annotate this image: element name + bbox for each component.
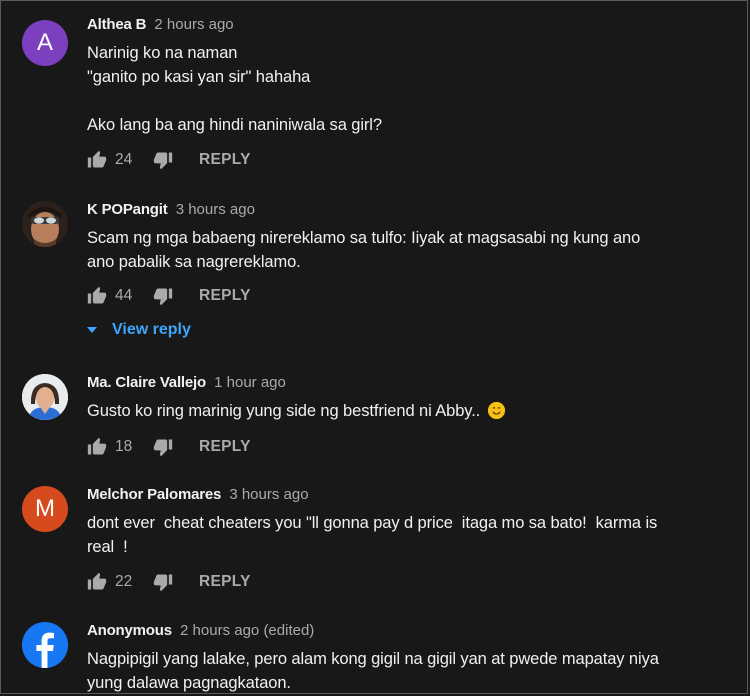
view-replies-label: View reply [112, 321, 191, 338]
reply-button[interactable]: REPLY [199, 151, 251, 169]
caret-down-icon [87, 327, 97, 333]
comment-line: ano pabalik sa nagrereklamo. [87, 253, 301, 271]
thumbs-up-icon[interactable] [87, 572, 107, 592]
comment-text: Narinig ko na naman "ganito po kasi yan … [87, 41, 730, 137]
view-replies-button[interactable]: View reply [87, 321, 191, 339]
avatar[interactable]: A [22, 20, 68, 66]
thumbs-down-icon[interactable] [153, 286, 173, 306]
comment-author[interactable]: Ma. Claire Vallejo [87, 374, 206, 391]
thumbs-down-icon[interactable] [153, 572, 173, 592]
like-count: 24 [115, 151, 133, 168]
comment-line: Gusto ko ring marinig yung side ng bestf… [87, 399, 730, 423]
avatar[interactable]: M [22, 486, 68, 532]
comment-timestamp[interactable]: 2 hours ago [154, 16, 233, 33]
comment-text: dont ever cheat cheaters you "ll gonna p… [87, 511, 730, 559]
comment-author[interactable]: Anonymous [87, 622, 172, 639]
reply-button[interactable]: REPLY [199, 438, 251, 456]
facebook-icon [22, 622, 68, 668]
comment-line-text: Gusto ko ring marinig yung side ng bestf… [87, 402, 481, 420]
comment-line [87, 89, 730, 113]
comment-line: yung dalawa pagnagkataon. [87, 674, 291, 692]
avatar-photo [22, 201, 68, 247]
avatar-letter: M [35, 495, 55, 522]
comment-timestamp[interactable]: 3 hours ago [229, 486, 308, 503]
avatar[interactable] [22, 622, 68, 668]
comment-author[interactable]: Melchor Palomares [87, 486, 221, 503]
thumbs-up-icon[interactable] [87, 286, 107, 306]
comment-timestamp[interactable]: 2 hours ago (edited) [180, 622, 314, 639]
like-count: 18 [115, 438, 133, 455]
comment-line: Ako lang ba ang hindi naniniwala sa girl… [87, 116, 382, 134]
thumbs-down-icon[interactable] [153, 150, 173, 170]
comment-text: Scam ng mga babaeng nirereklamo sa tulfo… [87, 226, 730, 274]
comment-line: dont ever cheat cheaters you "ll gonna p… [87, 514, 658, 532]
comment-line: Scam ng mga babaeng nirereklamo sa tulfo… [87, 229, 641, 247]
like-count: 22 [115, 573, 133, 590]
comment-text: Gusto ko ring marinig yung side ng bestf… [87, 399, 730, 423]
thumbs-up-icon[interactable] [87, 437, 107, 457]
comment-timestamp[interactable]: 3 hours ago [176, 201, 255, 218]
reply-button[interactable]: REPLY [199, 287, 251, 305]
comment-line: real ! [87, 538, 128, 556]
comment-line: Narinig ko na naman [87, 44, 238, 62]
comment-line: Nagpipigil yang lalake, pero alam kong g… [87, 650, 659, 668]
avatar[interactable] [22, 201, 68, 247]
comment-timestamp[interactable]: 1 hour ago [214, 374, 286, 391]
thumbs-up-icon[interactable] [87, 150, 107, 170]
reply-button[interactable]: REPLY [199, 573, 251, 591]
comment-author[interactable]: Althea B [87, 16, 146, 33]
comment-author[interactable]: K POPangit [87, 201, 168, 218]
smiling-face-emoji-icon [488, 402, 506, 419]
avatar[interactable] [22, 374, 68, 420]
comment-line: "ganito po kasi yan sir" hahaha [87, 68, 311, 86]
thumbs-down-icon[interactable] [153, 437, 173, 457]
like-count: 44 [115, 287, 133, 304]
comment-text: Nagpipigil yang lalake, pero alam kong g… [87, 647, 730, 695]
avatar-letter: A [36, 29, 53, 56]
avatar-photo [22, 374, 68, 420]
